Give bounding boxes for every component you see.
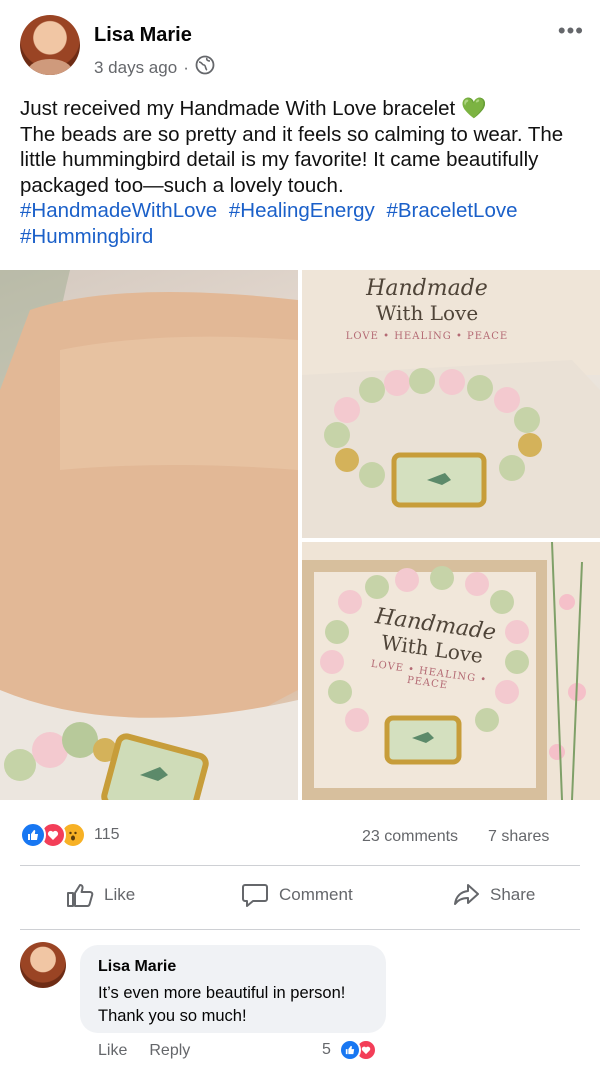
card-main-text: With Love	[375, 301, 479, 325]
like-outline-icon	[67, 884, 94, 907]
hashtag-link[interactable]: #HealingEnergy	[229, 199, 375, 222]
divider-top	[20, 865, 580, 866]
comment-reaction-count: 5	[322, 1041, 331, 1058]
divider-bottom	[20, 929, 580, 930]
post-text-line: Just received my Handmade With Love brac…	[20, 97, 487, 120]
commenter-name[interactable]: Lisa Marie	[98, 958, 176, 976]
comment-text: It’s even more beautiful in person! Than…	[98, 984, 346, 1025]
share-label: Share	[490, 885, 536, 904]
post-text: Just received my Handmade With Love brac…	[20, 96, 585, 249]
meta-dot: ·	[183, 57, 189, 77]
comment-count[interactable]: 23 comments	[362, 828, 458, 846]
post-text-body: The beads are so pretty and it feels so …	[20, 122, 564, 197]
card-script-text: Handmade	[366, 276, 488, 301]
comment-label: Comment	[279, 885, 353, 904]
more-options-icon[interactable]: •••	[558, 18, 584, 44]
photo-grid: Handmade With Love LOVE • HEALING • PEAC…	[0, 270, 600, 800]
share-button[interactable]: Share	[452, 882, 535, 908]
post-meta: 3 days ago ·	[94, 55, 215, 80]
post-header: Lisa Marie 3 days ago · •••	[0, 0, 600, 90]
hashtag-link[interactable]: #HandmadeWithLove	[20, 199, 217, 222]
share-count[interactable]: 7 shares	[488, 828, 549, 846]
like-icon	[338, 1039, 361, 1061]
reaction-stats: 115 23 comments 7 shares	[0, 818, 600, 856]
comment-reactions[interactable]: 5	[322, 1039, 377, 1061]
action-bar: Like Comment Share	[0, 868, 600, 928]
like-label: Like	[104, 885, 136, 904]
globe-icon[interactable]	[195, 55, 215, 80]
comment-reply-button[interactable]: Reply	[149, 1042, 190, 1060]
post-time[interactable]: 3 days ago	[94, 58, 177, 78]
comment-item: Lisa Marie It’s even more beautiful in p…	[20, 942, 580, 1062]
photo-bracelet-card[interactable]: Handmade With Love LOVE • HEALING • PEAC…	[302, 270, 600, 538]
comment-icon	[242, 884, 268, 907]
hashtag-link[interactable]: #BraceletLove	[386, 199, 517, 222]
author-name[interactable]: Lisa Marie	[94, 24, 192, 47]
comment-bubble: Lisa Marie It’s even more beautiful in p…	[80, 945, 386, 1033]
reaction-summary[interactable]: 115	[20, 822, 120, 848]
card-label: Handmade With Love LOVE • HEALING • PEAC…	[332, 276, 522, 342]
author-avatar[interactable]	[20, 15, 80, 75]
comment-button[interactable]: Comment	[241, 882, 353, 908]
photo-wrist-bracelet[interactable]	[0, 270, 298, 800]
share-icon	[454, 884, 479, 905]
hashtag-link[interactable]: #Hummingbird	[20, 225, 153, 248]
like-icon	[20, 822, 46, 848]
hashtag-list: #HandmadeWithLove #HealingEnergy #Bracel…	[20, 198, 585, 249]
reaction-count: 115	[94, 826, 120, 843]
comment-actions: Like Reply	[98, 1042, 190, 1060]
like-button[interactable]: Like	[66, 882, 135, 908]
comment-like-button[interactable]: Like	[98, 1042, 127, 1060]
card-tag-text: LOVE • HEALING • PEACE	[345, 331, 509, 342]
photo-bracelet-box[interactable]: Handmade With Love LOVE • HEALING • PEAC…	[302, 542, 600, 800]
commenter-avatar[interactable]	[20, 942, 66, 988]
